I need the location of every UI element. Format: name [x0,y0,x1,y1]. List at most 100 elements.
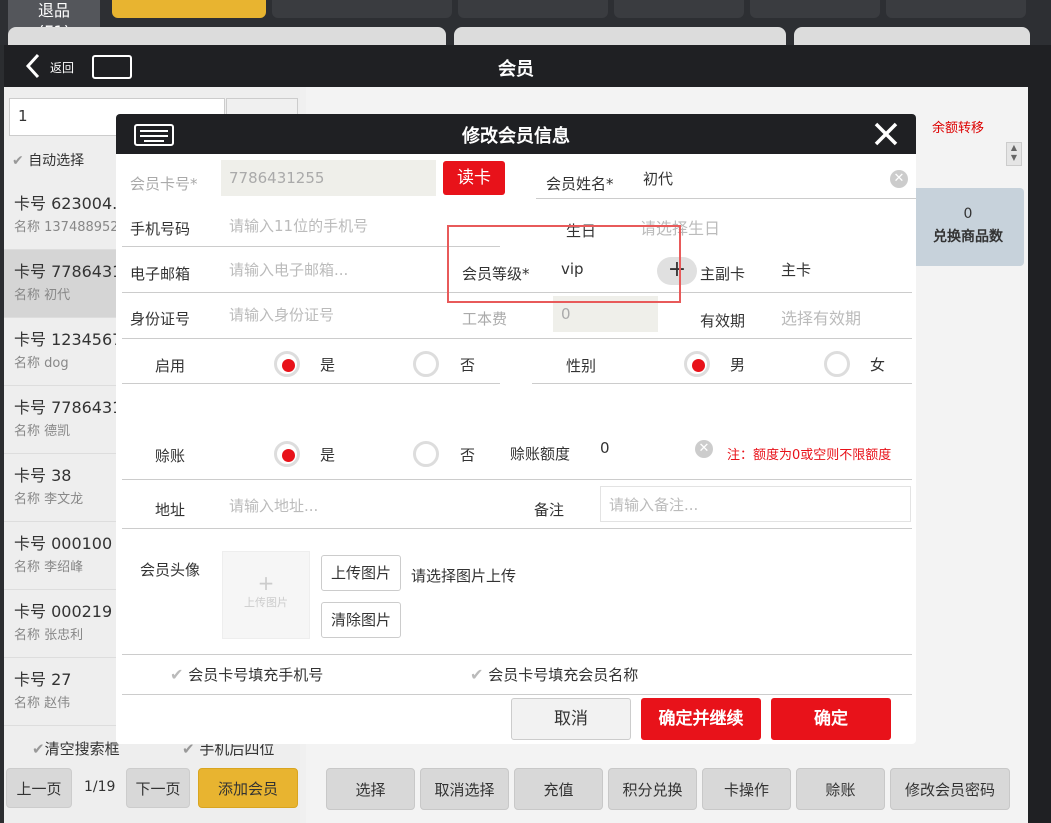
divider [122,654,912,655]
main-sub-label: 主副卡 [700,265,746,283]
clear-image-button[interactable]: 清除图片 [321,602,401,638]
keyboard-icon[interactable] [92,55,132,79]
address-field[interactable]: 请输入地址... [221,487,499,523]
cost-label: 工本费 [462,310,508,328]
top-tab-6[interactable] [886,0,1026,18]
validity-label: 有效期 [700,312,746,330]
clear-icon[interactable]: ✕ [695,440,713,458]
gender-female-label: 女 [870,356,886,374]
check-icon: ✔ [470,665,484,684]
cancel-button[interactable]: 取消 [511,698,631,740]
stat-label: 兑换商品数 [933,229,1003,245]
check-icon: ✔ [170,665,184,684]
enable-label: 启用 [155,357,186,375]
stat-value: 0 [963,206,973,222]
upload-box-label: 上传图片 [244,596,288,609]
card-top-1 [8,27,446,47]
spinner-icon[interactable]: ▲ ▼ [1006,142,1022,166]
divider [122,528,912,529]
confirm-button[interactable]: 确定 [771,698,891,740]
upload-image-button[interactable]: 上传图片 [321,555,401,591]
balance-transfer-link[interactable]: 余额转移 [932,117,984,136]
panel-title: 会员 [498,59,534,80]
card-top-2 [454,27,786,47]
validity-field[interactable]: 选择有效期 [773,298,911,336]
read-card-button[interactable]: 读卡 [443,161,505,195]
plus-icon: + [257,571,275,595]
divider [122,479,912,480]
gender-male-radio[interactable] [684,351,710,377]
avatar-upload-box[interactable]: + 上传图片 [222,551,310,639]
top-tab-2[interactable] [272,0,452,18]
name-field[interactable]: 初代 [635,160,880,196]
redeem-stat-card: 0 兑换商品数 [912,188,1024,266]
card-operation-button[interactable]: 卡操作 [702,768,791,810]
id-field[interactable]: 请输入身份证号 [221,296,436,332]
top-tab-3[interactable] [458,0,608,18]
member-panel-header: 会员 [4,45,1028,87]
enable-yes-label: 是 [320,356,336,374]
check-icon: ✔ [32,740,45,758]
enable-no-radio[interactable] [413,351,439,377]
deselect-button[interactable]: 取消选择 [420,768,509,810]
add-member-button[interactable]: 添加会员 [198,768,298,808]
highlight-box [447,225,681,303]
phone-label: 手机号码 [130,220,191,238]
credit-note: 注：额度为0或空则不限额度 [727,448,892,463]
top-tab-5[interactable] [750,0,880,18]
fill-phone-checkbox[interactable]: ✔ 会员卡号填充手机号 [170,664,323,685]
credit-limit-label: 赊账额度 [510,445,571,463]
main-sub-field[interactable]: 主卡 [773,251,913,287]
enable-no-label: 否 [460,356,476,374]
clear-icon[interactable]: ✕ [890,170,908,188]
modal-header: 修改会员信息 [116,114,916,154]
divider [122,383,500,384]
auto-select-checkbox[interactable]: ✔ 自动选择 [12,150,84,170]
divider [532,383,912,384]
credit-yes-radio[interactable] [274,441,300,467]
enable-yes-radio[interactable] [274,351,300,377]
close-icon[interactable] [872,120,900,148]
gender-female-radio[interactable] [824,351,850,377]
upload-hint: 请选择图片上传 [411,567,517,585]
recharge-button[interactable]: 充值 [514,768,603,810]
address-label: 地址 [155,501,186,519]
prev-page-button[interactable]: 上一页 [6,768,72,808]
auto-select-label: 自动选择 [28,153,85,169]
card-no-field: 7786431255 [221,160,436,196]
top-tab-all[interactable] [112,0,266,18]
credit-label: 赊账 [155,447,186,465]
fill-name-checkbox[interactable]: ✔ 会员卡号填充会员名称 [470,664,638,685]
remark-field[interactable]: 请输入备注... [600,486,911,522]
avatar-label: 会员头像 [140,561,201,579]
page-info: 1/19 [84,779,116,795]
card-top-3 [794,27,1030,47]
credit-button[interactable]: 赊账 [796,768,885,810]
card-no-label: 会员卡号* [130,175,198,193]
credit-no-radio[interactable] [413,441,439,467]
confirm-continue-button[interactable]: 确定并继续 [641,698,761,740]
points-redeem-button[interactable]: 积分兑换 [608,768,697,810]
gender-male-label: 男 [730,356,746,374]
divider [122,338,912,339]
name-label: 会员姓名* [546,175,614,193]
next-page-button[interactable]: 下一页 [126,768,190,808]
check-icon: ✔ [12,153,24,169]
gender-label: 性别 [566,357,597,375]
back-label[interactable]: 返回 [50,59,74,76]
credit-limit-field[interactable]: 0 [592,430,686,466]
change-password-button[interactable]: 修改会员密码 [890,768,1010,810]
divider [122,246,500,247]
modal-title: 修改会员信息 [462,126,570,147]
credit-yes-label: 是 [320,446,336,464]
top-tab-4[interactable] [614,0,744,18]
fill-phone-label: 会员卡号填充手机号 [188,666,324,684]
email-label: 电子邮箱 [130,265,191,283]
back-arrow-icon[interactable] [22,52,50,80]
credit-no-label: 否 [460,446,476,464]
email-field[interactable]: 请输入电子邮箱... [221,251,436,287]
fill-name-label: 会员卡号填充会员名称 [488,666,639,684]
keyboard-icon[interactable] [134,124,174,146]
select-button[interactable]: 选择 [326,768,415,810]
divider [122,694,912,695]
